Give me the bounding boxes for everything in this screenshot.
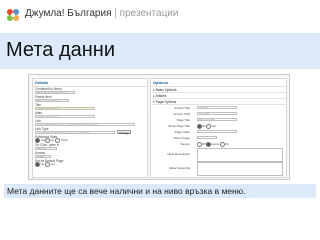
radio-label: Off [202, 142, 206, 147]
menu-field: Contained in Menu Main Menu (mainmenu) [35, 87, 145, 95]
row-label: Meta Description [167, 152, 190, 156]
row-label: Secure [180, 142, 190, 146]
brand-header: Джумла! България | презентации [25, 8, 178, 19]
meta-keywords-textarea[interactable] [197, 162, 283, 176]
meta-description-row: Meta Description [153, 147, 284, 162]
slide-title: Мета данни [6, 39, 116, 61]
access-field: Access Public [35, 151, 145, 159]
meta-description-textarea[interactable] [197, 148, 283, 162]
access-select[interactable]: Public [35, 154, 51, 158]
row-label: Page Title [176, 118, 190, 122]
row-label: Menu Image [173, 136, 190, 140]
row-label: Page Class [174, 130, 190, 134]
anchor-title-input[interactable]: Link title [197, 106, 237, 110]
radio-label: Yes [50, 162, 56, 167]
meta-keywords-row: Meta Keywords [153, 161, 284, 176]
embedded-screenshot: Details Contained in Menu Main Menu (mai… [28, 74, 290, 180]
link-type-field: Link Type List All Categories (basic vie… [35, 127, 145, 135]
page-class-input[interactable] [197, 130, 237, 134]
link-input: index.php?option=com_content&view=catego… [35, 122, 135, 126]
accordion-label: Articles [155, 93, 167, 98]
published-field: Published State Yes No Trash [35, 135, 145, 144]
radio-label: No [40, 162, 45, 167]
radio-label: Ignore [211, 142, 220, 147]
default-no-radio[interactable]: No [35, 162, 45, 168]
link-field: Link index.php?option=com_content&view=c… [35, 119, 145, 127]
link-type-input: List All Categories (basic view, no arti… [35, 130, 115, 134]
accordion-label: Basic Options [155, 87, 177, 92]
slide-caption: Мета данните ще са вече налични и на нив… [4, 184, 316, 198]
radio-label: No [202, 124, 206, 129]
brand-separator: | [114, 8, 117, 19]
change-button[interactable]: Change [117, 130, 131, 135]
slide-title-bar: Мета данни [0, 33, 320, 69]
alias-input[interactable]: article-categories [35, 114, 95, 118]
row-label: Anchor Title [174, 106, 190, 110]
row-label: Show Page Title [168, 124, 190, 128]
details-panel-title: Details [33, 79, 147, 87]
menu-image-select[interactable] [197, 136, 217, 140]
row-label: Anchor CSS [173, 112, 190, 116]
details-panel: Details Contained in Menu Main Menu (mai… [32, 78, 148, 178]
brand-subtitle: презентации [119, 8, 179, 19]
default-yes-radio[interactable]: Yes [45, 162, 56, 168]
title-input[interactable]: Article Categories [35, 106, 95, 110]
chevron-right-icon: ▸ [153, 87, 155, 92]
alias-field: Alias article-categories [35, 111, 145, 119]
radio-label: Yes [211, 124, 216, 129]
page-title-input[interactable]: The page title [197, 118, 237, 122]
joomla-logo-icon [7, 9, 19, 21]
open-in-select[interactable]: Parent [35, 146, 57, 150]
chevron-down-icon: ▾ [153, 99, 155, 104]
brand-name: Джумла! България [25, 8, 112, 19]
menu-select[interactable]: Main Menu (mainmenu) [35, 90, 75, 94]
parent-select[interactable]: Menu_Item_Root [35, 98, 69, 102]
accordion-label: Page Options [155, 99, 177, 104]
default-field: Set as Default Page No Yes [35, 159, 145, 168]
parent-field: Parent Item Menu_Item_Root [35, 95, 145, 103]
title-field: Title Article Categories [35, 103, 145, 111]
options-panel-title: Options [151, 79, 286, 87]
radio-label: On [225, 142, 229, 147]
anchor-css-input[interactable]: icon-pink [197, 112, 237, 116]
open-in-field: On Click, open in Parent [35, 143, 145, 151]
options-panel: Options ▸ Basic Options ▸ Articles ▾ Pag… [150, 78, 287, 178]
row-label: Meta Keywords [169, 166, 190, 170]
